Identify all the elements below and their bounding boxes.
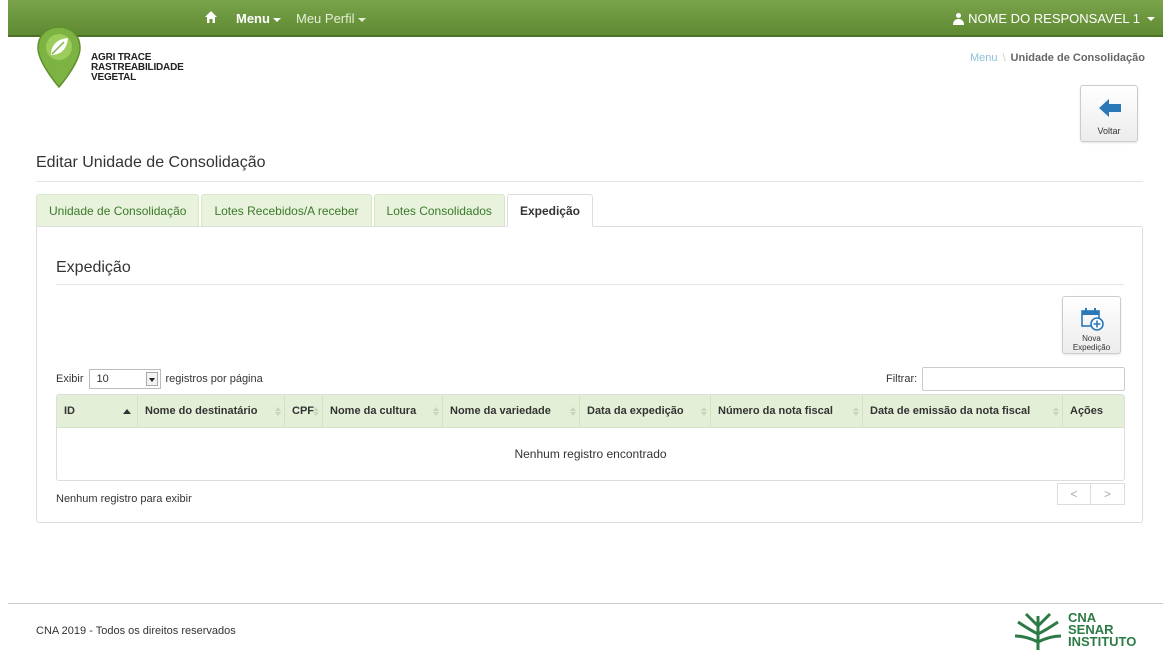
sort-icon	[701, 407, 707, 417]
column-label: Nome da cultura	[330, 405, 417, 417]
table-header: ID Nome do destinatário CPF Nome da cult…	[57, 395, 1124, 428]
perfil-label: Meu Perfil	[296, 11, 355, 26]
column-label: Data de emissão da nota fiscal	[870, 405, 1031, 417]
breadcrumb: Menu \ Unidade de Consolidação	[970, 52, 1145, 64]
breadcrumb-link-menu[interactable]: Menu	[970, 52, 998, 64]
page-title: Editar Unidade de Consolidação	[36, 154, 266, 171]
user-name: NOME DO RESPONSAVEL 1	[968, 11, 1140, 26]
column-header-cpf[interactable]: CPF	[285, 395, 323, 427]
column-header-variedade[interactable]: Nome da variedade	[443, 395, 580, 427]
page-size-value: 10	[96, 373, 109, 385]
arrow-left-icon	[1099, 99, 1121, 117]
chevron-down-icon	[272, 17, 281, 22]
leaf-pin-icon	[37, 26, 81, 89]
sort-icon	[313, 407, 319, 417]
breadcrumb-current: Unidade de Consolidação	[1010, 52, 1145, 64]
voltar-label: Voltar	[1097, 126, 1121, 136]
logo-text: AGRI TRACE RASTREABILIDADE VEGETAL	[91, 53, 184, 83]
next-page-button[interactable]: >	[1091, 483, 1125, 505]
column-header-id[interactable]: ID	[57, 395, 138, 427]
section-title: Expedição	[56, 259, 131, 276]
previous-page-button[interactable]: <	[1057, 483, 1091, 505]
chevron-down-icon	[1147, 16, 1155, 21]
column-header-destinatario[interactable]: Nome do destinatário	[138, 395, 285, 427]
divider	[36, 181, 1143, 182]
expedicao-table: ID Nome do destinatário CPF Nome da cult…	[56, 394, 1125, 481]
tab-unidade-consolidacao[interactable]: Unidade de Consolidação	[36, 194, 200, 227]
filter-input[interactable]	[922, 367, 1126, 391]
breadcrumb-separator: \	[1002, 52, 1006, 64]
footer-logo-text: CNA SENAR INSTITUTO	[1068, 611, 1137, 649]
exibir-label: Exibir	[56, 373, 84, 385]
column-label: CPF	[292, 405, 314, 417]
menu-label: Menu	[236, 11, 270, 26]
footer-logo-line-3: INSTITUTO	[1068, 634, 1137, 649]
column-header-data-emissao[interactable]: Data de emissão da nota fiscal	[863, 395, 1063, 427]
tab-lotes-recebidos[interactable]: Lotes Recebidos/A receber	[201, 194, 372, 227]
column-label: Ações	[1070, 405, 1104, 417]
wheat-icon	[1014, 612, 1062, 651]
registros-label: registros por página	[165, 373, 263, 385]
expedicao-panel: Expedição Nova Expedição Exibir 10 regis…	[36, 226, 1143, 523]
user-menu[interactable]: NOME DO RESPONSAVEL 1	[953, 11, 1155, 26]
column-label: Nome do destinatário	[145, 405, 258, 417]
column-label: Data da expedição	[587, 405, 684, 417]
chevron-down-icon	[145, 372, 158, 386]
column-label: ID	[64, 405, 75, 417]
filter-control: Filtrar:	[886, 367, 1126, 391]
column-header-acoes: Ações	[1063, 395, 1124, 427]
column-header-nota-fiscal[interactable]: Número da nota fiscal	[711, 395, 863, 427]
sort-asc-icon	[123, 409, 131, 414]
perfil-dropdown[interactable]: Meu Perfil	[296, 11, 366, 26]
empty-message: Nenhum registro encontrado	[514, 447, 667, 461]
page-size-control: Exibir 10 registros por página	[56, 369, 263, 389]
column-header-data-expedicao[interactable]: Data da expedição	[580, 395, 711, 427]
filtrar-label: Filtrar:	[886, 373, 918, 385]
nova-expedicao-label: Nova Expedição	[1063, 334, 1120, 352]
sort-icon	[433, 407, 439, 417]
agritrace-logo[interactable]: AGRI TRACE RASTREABILIDADE VEGETAL	[35, 25, 195, 95]
footer-copyright: CNA 2019 - Todos os direitos reservados	[36, 625, 236, 637]
user-icon	[953, 12, 965, 25]
sort-icon	[570, 407, 576, 417]
sort-icon	[853, 407, 859, 417]
tab-bar: Unidade de Consolidação Lotes Recebidos/…	[36, 194, 595, 227]
chevron-down-icon	[357, 17, 366, 22]
sort-icon	[275, 407, 281, 417]
menu-dropdown[interactable]: Menu	[236, 11, 281, 26]
nova-label-line-2: Expedição	[1072, 343, 1111, 352]
home-icon[interactable]	[204, 10, 220, 26]
tab-expedicao[interactable]: Expedição	[506, 194, 593, 227]
column-label: Número da nota fiscal	[718, 405, 833, 417]
calendar-add-icon	[1081, 308, 1104, 331]
voltar-button[interactable]: Voltar	[1080, 85, 1138, 142]
nova-label-line-1: Nova	[1082, 334, 1101, 343]
nova-expedicao-button[interactable]: Nova Expedição	[1062, 296, 1121, 354]
sort-icon	[1053, 407, 1059, 417]
column-header-cultura[interactable]: Nome da cultura	[323, 395, 443, 427]
page-size-select[interactable]: 10	[88, 369, 161, 389]
column-label: Nome da variedade	[450, 405, 551, 417]
footer-divider	[8, 603, 1163, 604]
cna-senar-logo: CNA SENAR INSTITUTO	[1012, 611, 1142, 652]
logo-line-3: VEGETAL	[91, 72, 137, 83]
divider	[56, 284, 1124, 285]
pagination: < >	[1057, 483, 1125, 505]
table-info: Nenhum registro para exibir	[56, 493, 192, 505]
tab-lotes-consolidados[interactable]: Lotes Consolidados	[373, 194, 505, 227]
